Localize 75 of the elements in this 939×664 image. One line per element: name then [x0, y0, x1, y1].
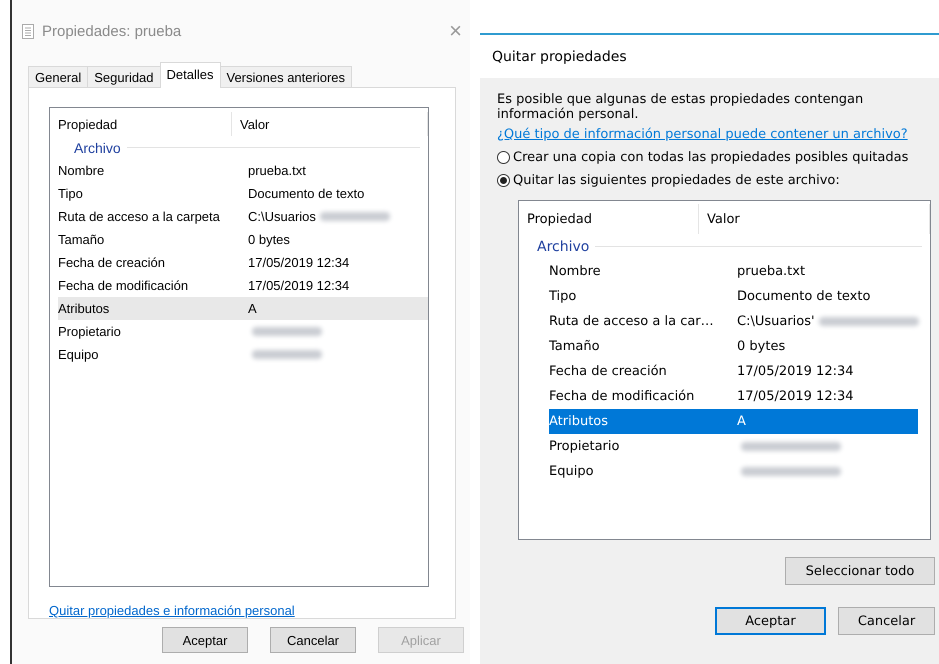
tab[interactable]: Detalles: [160, 62, 220, 88]
remove-properties-link[interactable]: Quitar propiedades e información personal: [49, 603, 295, 618]
table-cell: A: [737, 414, 746, 429]
tab[interactable]: Seguridad: [87, 66, 161, 88]
table-cell-text: Atributos: [549, 414, 610, 429]
dialog-button[interactable]: Cancelar: [270, 627, 356, 653]
property-row[interactable]: Atributos A: [549, 409, 918, 434]
column-header[interactable]: Valor: [699, 204, 930, 234]
group-header: Archivo: [74, 140, 121, 156]
table-cell-text: Fecha de modificación: [58, 278, 190, 293]
property-row[interactable]: Nombre prueba.txt: [549, 259, 918, 284]
table-cell-text: Propietario: [58, 324, 122, 339]
property-row[interactable]: Nombre prueba.txt: [58, 159, 428, 182]
table-cell-text: Propietario: [549, 439, 620, 454]
table-cell: 0 bytes: [737, 339, 786, 354]
dialog-button[interactable]: Aceptar: [715, 607, 826, 635]
table-cell-text: Fecha de creación: [549, 364, 668, 379]
table-cell: 17/05/2019 12:34: [737, 364, 854, 379]
property-row[interactable]: Ruta de acceso a la carpeta C:\Usuarios: [58, 205, 428, 228]
dialog-button[interactable]: Cancelar: [838, 607, 935, 635]
document-icon: [22, 24, 34, 38]
table-cell-text: Tipo: [549, 289, 578, 304]
table-cell-text: Fecha de modificación: [549, 389, 696, 404]
property-row[interactable]: Fecha de creación 17/05/2019 12:34: [58, 251, 428, 274]
table-cell-text: Ruta de acceso a la carpeta: [58, 209, 221, 224]
tab[interactable]: Versiones anteriores: [220, 66, 352, 88]
property-row[interactable]: Fecha de creación 17/05/2019 12:34: [549, 359, 918, 384]
radio-option[interactable]: Quitar las siguientes propiedades de este archivo:: [497, 173, 939, 188]
table-cell: 0 bytes: [248, 232, 290, 247]
table-cell: A: [248, 301, 257, 316]
radio-button[interactable]: [497, 151, 510, 164]
column-header[interactable]: Propiedad: [50, 112, 232, 136]
property-row[interactable]: Propietario: [549, 434, 918, 459]
window-title: Propiedades: prueba: [42, 22, 182, 40]
table-cell: 17/05/2019 12:34: [737, 389, 854, 404]
table-cell-text: Atributos: [58, 301, 110, 316]
select-all-button[interactable]: Seleccionar todo: [785, 557, 935, 585]
table-cell: C:\Usuarios: [248, 209, 316, 224]
dialog-title: Quitar propiedades: [480, 35, 939, 78]
table-cell: prueba.txt: [248, 163, 306, 178]
property-row[interactable]: Propietario: [58, 320, 428, 343]
table-cell: Documento de texto: [737, 289, 870, 304]
description-text: Es posible que algunas de estas propiedades contengan información personal.: [497, 92, 864, 122]
table-cell: Documento de texto: [248, 186, 364, 201]
column-header[interactable]: Propiedad: [519, 204, 699, 234]
table-cell-text: Nombre: [58, 163, 106, 178]
property-row[interactable]: Tipo Documento de texto: [58, 182, 428, 205]
table-cell-text: Equipo: [58, 347, 100, 362]
table-cell-text: Equipo: [549, 464, 595, 479]
table-cell: 17/05/2019 12:34: [248, 255, 350, 270]
group-header: Archivo: [537, 238, 590, 254]
property-row[interactable]: Tipo Documento de texto: [549, 284, 918, 309]
table-cell-text: Tamaño: [58, 232, 106, 247]
help-link[interactable]: ¿Qué tipo de información personal puede contener un archivo?: [497, 127, 939, 142]
table-cell-text: Tamaño: [549, 339, 601, 354]
property-row[interactable]: Ruta de acceso a la car… C:\Usuarios': [549, 309, 918, 334]
property-row[interactable]: Tamaño 0 bytes: [58, 228, 428, 251]
radio-button[interactable]: [497, 174, 510, 187]
option-label: Quitar las siguientes propiedades de este archivo:: [513, 173, 840, 188]
property-row[interactable]: Equipo: [58, 343, 428, 366]
table-cell-text: Fecha de creación: [58, 255, 166, 270]
table-cell-text: Tipo: [58, 186, 84, 201]
property-row[interactable]: Atributos A: [58, 297, 428, 320]
dialog-button[interactable]: Aceptar: [162, 627, 248, 653]
table-cell: 17/05/2019 12:34: [248, 278, 350, 293]
table-cell: C:\Usuarios': [737, 314, 815, 329]
property-row[interactable]: Fecha de modificación 17/05/2019 12:34: [58, 274, 428, 297]
table-cell-text: Nombre: [549, 264, 602, 279]
table-cell-text: Ruta de acceso a la car…: [549, 314, 715, 329]
property-row[interactable]: Fecha de modificación 17/05/2019 12:34: [549, 384, 918, 409]
property-row[interactable]: Tamaño 0 bytes: [549, 334, 918, 359]
table-cell: prueba.txt: [737, 264, 806, 279]
tab[interactable]: General: [28, 66, 88, 88]
property-row[interactable]: Equipo: [549, 459, 918, 484]
column-header[interactable]: Valor: [232, 112, 428, 136]
